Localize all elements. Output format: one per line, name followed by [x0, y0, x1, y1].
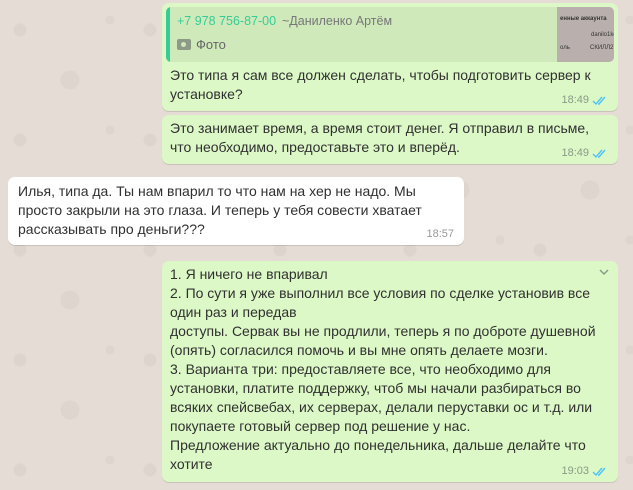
- message-meta: 18:49: [561, 147, 608, 159]
- message-text: Это типа я сам все должен сделать, чтобы…: [170, 67, 591, 102]
- thumb-text: оль: [560, 45, 570, 51]
- thumb-text: енные аккаунта: [560, 16, 607, 22]
- message-time: 18:57: [426, 228, 454, 240]
- message-text: Это занимает время, а время стоит денег.…: [170, 120, 590, 155]
- message-meta: 19:03: [561, 465, 608, 477]
- quote-sender-phone: +7 978 756-87-00: [177, 14, 277, 28]
- thumb-text: СКИЛЛ2: [590, 45, 614, 51]
- message-text: 1. Я ничего не впаривал 2. По сути я уже…: [170, 266, 596, 472]
- double-check-icon: [592, 96, 606, 105]
- message-bubble-outgoing[interactable]: +7 978 756-87-00 ~Даниленко Артём Фото е…: [162, 3, 618, 111]
- message-text: Илья, типа да. Ты нам впарил то что нам …: [18, 183, 422, 237]
- message-time: 18:49: [561, 147, 589, 159]
- quoted-message[interactable]: +7 978 756-87-00 ~Даниленко Артём Фото е…: [166, 7, 614, 62]
- message-time: 18:49: [561, 94, 589, 106]
- thumb-text: danilo1ko: [591, 32, 614, 38]
- message-bubble-outgoing[interactable]: Это занимает время, а время стоит денег.…: [162, 115, 618, 164]
- quote-media-type: Фото: [196, 37, 226, 52]
- message-bubble-outgoing[interactable]: 1. Я ничего не впаривал 2. По сути я уже…: [162, 261, 618, 482]
- quote-photo-thumbnail[interactable]: енные аккаунта danilo1ko оль СКИЛЛ2: [557, 7, 614, 62]
- message-time: 19:03: [561, 465, 589, 477]
- message-meta: 18:49: [561, 94, 608, 106]
- double-check-icon: [592, 467, 606, 476]
- quote-accent-bar: [166, 7, 170, 62]
- message-bubble-incoming[interactable]: Илья, типа да. Ты нам впарил то что нам …: [8, 177, 464, 245]
- message-meta: 18:57: [426, 228, 454, 240]
- quote-media-label: Фото: [177, 37, 226, 52]
- double-check-icon: [592, 149, 606, 158]
- camera-icon: [177, 39, 191, 50]
- quote-sender-name: ~Даниленко Артём: [282, 14, 393, 28]
